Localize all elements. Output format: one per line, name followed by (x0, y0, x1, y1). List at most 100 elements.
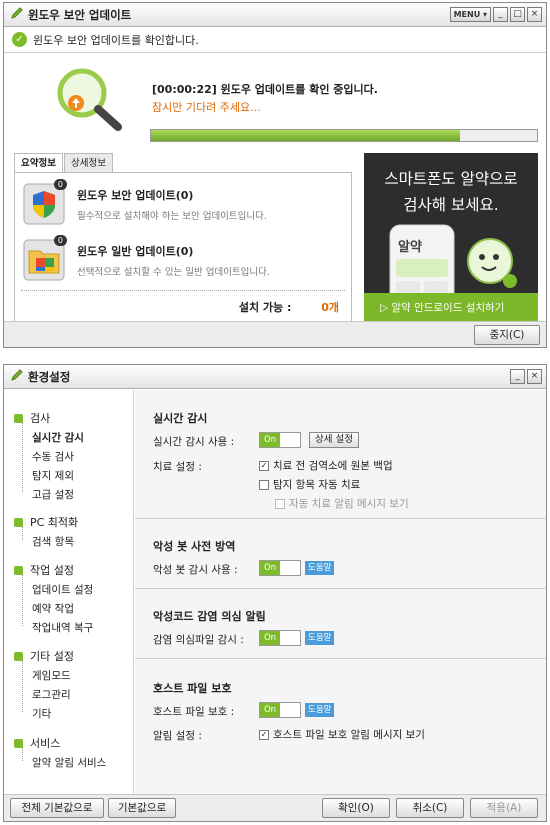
toggle-on-label: On (260, 703, 280, 717)
nav-item-alyac-alert[interactable]: 알약 알림 서비스 (32, 755, 106, 770)
list-item[interactable]: 0 윈도우 보안 업데이트(0) 필수적으로 설치해야 하는 보안 업데이트입니… (23, 179, 267, 225)
menu-button[interactable]: MENU ▾ (449, 7, 491, 22)
general-update-name: 윈도우 일반 업데이트(0) (77, 245, 194, 258)
detail-settings-button[interactable]: 상세 설정 (309, 432, 359, 448)
wait-text: 잠시만 기다려 주세요... (152, 101, 261, 114)
tree-line (22, 747, 23, 761)
progress-text: [00:00:22] 윈도우 업데이트를 확인 중입니다. (152, 83, 378, 96)
nav-group-pc-opt[interactable]: PC 최적화 (14, 514, 78, 530)
ad-line1: 스마트폰도 알약으로 (384, 170, 518, 188)
minimize-icon[interactable]: _ (493, 7, 508, 22)
shield-icon: 0 (23, 179, 67, 225)
general-update-desc: 선택적으로 설치할 수 있는 일반 업데이트입니다. (77, 267, 270, 278)
bot-toggle[interactable]: On (259, 560, 301, 576)
backup-checkbox[interactable]: ✓ 치료 전 검역소에 원본 백업 (259, 458, 393, 473)
section-title-bot: 악성 봇 사전 방역 (153, 540, 236, 553)
checkbox-icon (259, 479, 269, 490)
tab-detail[interactable]: 상세정보 (63, 153, 113, 173)
nav-item-search-items[interactable]: 검색 항목 (32, 534, 74, 549)
settings-window: 환경설정 _ × 검사 실시간 감시 수동 검사 탐지 제외 고급 설정 PC … (3, 364, 547, 822)
phone-mascot-icon: 알약 (389, 224, 517, 298)
section-title-hosts: 호스트 파일 보호 (153, 682, 232, 695)
realtime-toggle[interactable]: On (259, 432, 301, 448)
pencil-icon (10, 368, 24, 385)
nav-item-scheduled[interactable]: 예약 작업 (32, 601, 74, 616)
toggle-on-label: On (260, 561, 280, 575)
close-icon[interactable]: × (527, 7, 542, 22)
nav-item-manual-scan[interactable]: 수동 검사 (32, 449, 74, 464)
treatment-label: 치료 설정 : (153, 461, 202, 473)
ad-line2: 검사해 보세요. (403, 196, 499, 214)
hosts-help-button[interactable]: 도움말 (305, 703, 335, 717)
close-icon[interactable]: × (527, 369, 542, 384)
settings-window-title: 환경설정 (28, 369, 71, 384)
hosts-toggle[interactable]: On (259, 702, 301, 718)
checkbox-checked-icon: ✓ (259, 460, 269, 471)
nav-item-log[interactable]: 로그관리 (32, 687, 71, 702)
update-window: 윈도우 보안 업데이트 MENU ▾ _ □ × ✓ 윈도우 보안 업데이트를 … (3, 2, 547, 348)
minimize-icon[interactable]: _ (510, 369, 525, 384)
nav-item-realtime[interactable]: 실시간 감시 (32, 430, 84, 445)
ad-banner[interactable]: 스마트폰도 알약으로 검사해 보세요. 알약 ▷ 알약 안드로이드 설치하기 (364, 153, 538, 323)
cancel-button[interactable]: 취소(C) (396, 798, 464, 818)
realtime-use-label: 실시간 감시 사용 : (153, 436, 235, 448)
count-badge: 0 (53, 179, 67, 190)
reset-button[interactable]: 기본값으로 (108, 798, 176, 818)
nav-item-advanced[interactable]: 고급 설정 (32, 487, 74, 502)
nav-group-label: 서비스 (30, 737, 61, 750)
ok-button[interactable]: 확인(O) (322, 798, 390, 818)
suspicious-use-label: 감염 의심파일 감시 : (153, 634, 244, 646)
installable-count: 0개 (321, 301, 339, 314)
installable-label: 설치 가능 : (238, 301, 292, 314)
nav-item-exclusion[interactable]: 탐지 제외 (32, 468, 74, 483)
tab-summary[interactable]: 요약정보 (14, 153, 63, 173)
progress-bar (150, 129, 538, 142)
nav-group-label: 기타 설정 (30, 650, 74, 663)
suspicious-help-button[interactable]: 도움말 (305, 631, 335, 645)
checkbox-checked-icon: ✓ (259, 729, 269, 740)
hosts-alert-label: 알림 설정 : (153, 730, 202, 742)
bot-help-button[interactable]: 도움말 (305, 561, 335, 575)
list-item[interactable]: 0 윈도우 일반 업데이트(0) 선택적으로 설치할 수 있는 일반 업데이트입… (23, 235, 270, 281)
summary-panel: 0 윈도우 보안 업데이트(0) 필수적으로 설치해야 하는 보안 업데이트입니… (14, 172, 352, 322)
install-android-button[interactable]: ▷ 알약 안드로이드 설치하기 (364, 293, 538, 323)
divider (135, 518, 546, 519)
magnifier-update-icon (54, 63, 126, 138)
nav-group-scan[interactable]: 검사 (14, 410, 50, 426)
settings-content: 실시간 감시 실시간 감시 사용 : On 상세 설정 치료 설정 : ✓ 치료 … (135, 390, 546, 795)
divider (135, 588, 546, 589)
play-icon: ▷ (380, 302, 389, 314)
pencil-icon (10, 6, 24, 23)
apply-button[interactable]: 적용(A) (470, 798, 538, 818)
nav-item-history-restore[interactable]: 작업내역 복구 (32, 620, 93, 635)
reset-all-button[interactable]: 전체 기본값으로 (10, 798, 104, 818)
maximize-icon[interactable]: □ (510, 7, 525, 22)
nav-item-update-settings[interactable]: 업데이트 설정 (32, 582, 93, 597)
count-badge: 0 (53, 235, 67, 246)
nav-group-label: PC 최적화 (30, 516, 79, 529)
suspicious-toggle[interactable]: On (259, 630, 301, 646)
auto-treat-label: 탐지 항목 자동 치료 (273, 479, 361, 491)
divider (21, 290, 345, 291)
bot-use-label: 악성 봇 감시 사용 : (153, 564, 238, 576)
settings-footer: 전체 기본값으로 기본값으로 확인(O) 취소(C) 적용(A) (4, 794, 546, 821)
auto-treat-checkbox[interactable]: 탐지 항목 자동 치료 (259, 477, 360, 492)
security-update-desc: 필수적으로 설치해야 하는 보안 업데이트입니다. (77, 211, 267, 222)
nav-item-etc[interactable]: 기타 (32, 706, 51, 721)
settings-title-bar[interactable]: 환경설정 _ × (4, 365, 546, 389)
progress-area: [00:00:22] 윈도우 업데이트를 확인 중입니다. 잠시만 기다려 주세… (4, 53, 546, 153)
stop-button[interactable]: 중지(C) (474, 325, 540, 345)
auto-treat-alert-checkbox[interactable]: 자동 치료 알림 메시지 보기 (275, 496, 409, 511)
nav-item-game-mode[interactable]: 게임모드 (32, 668, 71, 683)
folder-icon: 0 (23, 235, 67, 281)
divider (135, 658, 546, 659)
security-update-name: 윈도우 보안 업데이트(0) (77, 189, 194, 202)
backup-label: 치료 전 검역소에 원본 백업 (273, 460, 393, 472)
settings-nav: 검사 실시간 감시 수동 검사 탐지 제외 고급 설정 PC 최적화 검색 항목… (4, 390, 134, 795)
update-title-bar[interactable]: 윈도우 보안 업데이트 MENU ▾ _ □ × (4, 3, 546, 27)
nav-group-label: 작업 설정 (30, 564, 74, 577)
tree-line (22, 422, 23, 492)
toggle-on-label: On (260, 433, 280, 447)
nav-group-service[interactable]: 서비스 (14, 735, 60, 751)
hosts-alert-checkbox[interactable]: ✓ 호스트 파일 보호 알림 메시지 보기 (259, 727, 425, 742)
